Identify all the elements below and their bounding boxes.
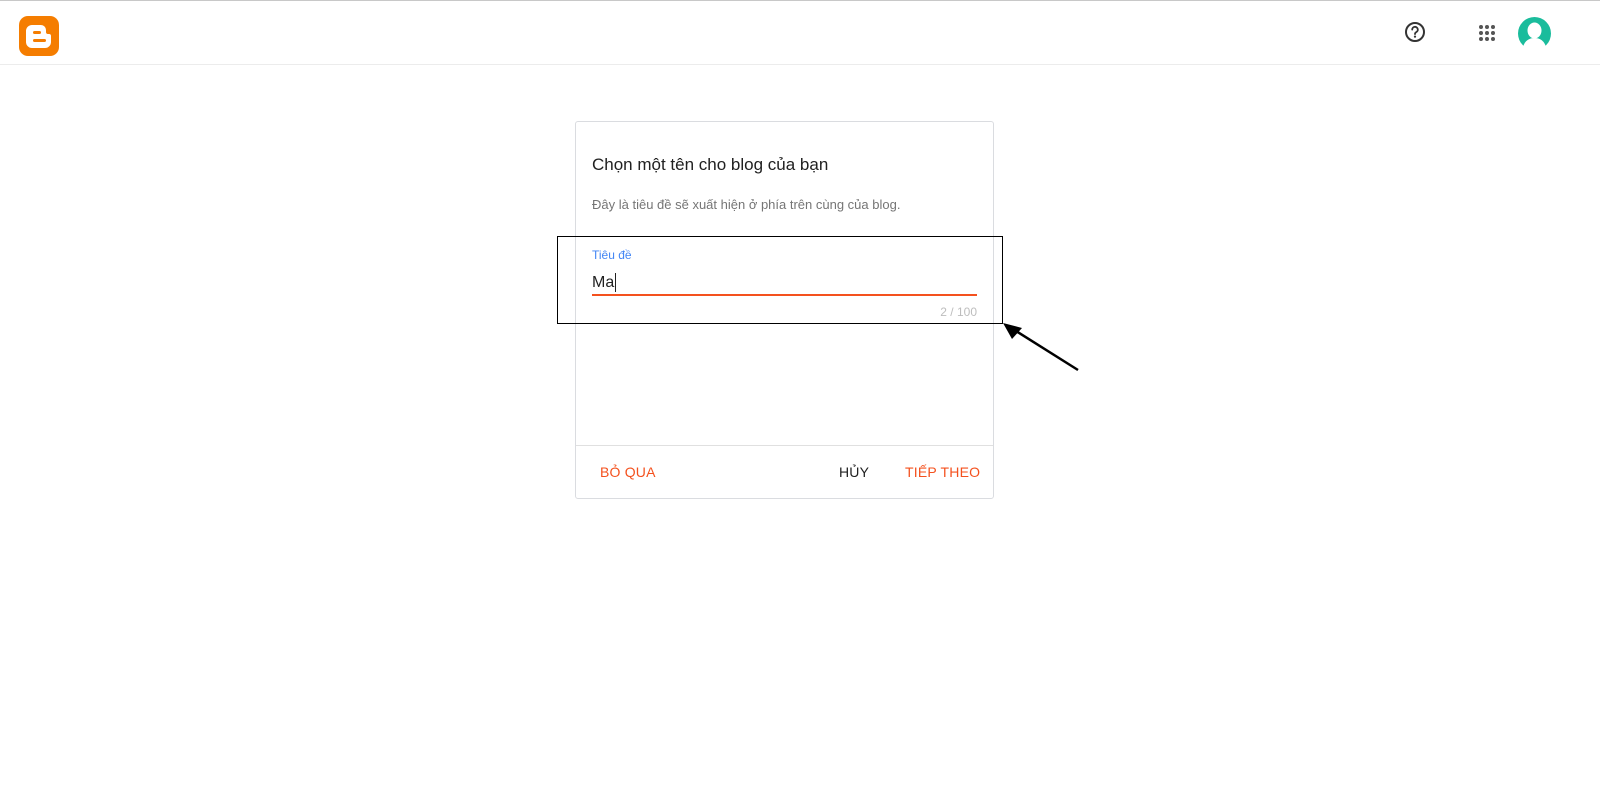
- account-avatar-icon[interactable]: [1518, 17, 1551, 52]
- top-app-bar: [0, 0, 1600, 65]
- annotation-highlight-box: [557, 236, 1003, 324]
- next-button[interactable]: TIẾP THEO: [905, 464, 980, 480]
- apps-grid-icon[interactable]: [1477, 23, 1497, 43]
- cancel-button[interactable]: HỦY: [839, 464, 869, 480]
- help-circle-icon[interactable]: [1404, 21, 1426, 43]
- dialog-title: Chọn một tên cho blog của bạn: [592, 155, 829, 174]
- dialog-divider: [576, 445, 993, 446]
- annotation-arrow-icon: [1003, 323, 1079, 372]
- skip-button[interactable]: BỎ QUA: [600, 464, 656, 480]
- blogger-logo-icon[interactable]: [19, 16, 59, 56]
- dialog-subtitle: Đây là tiêu đề sẽ xuất hiện ở phía trên …: [592, 197, 901, 212]
